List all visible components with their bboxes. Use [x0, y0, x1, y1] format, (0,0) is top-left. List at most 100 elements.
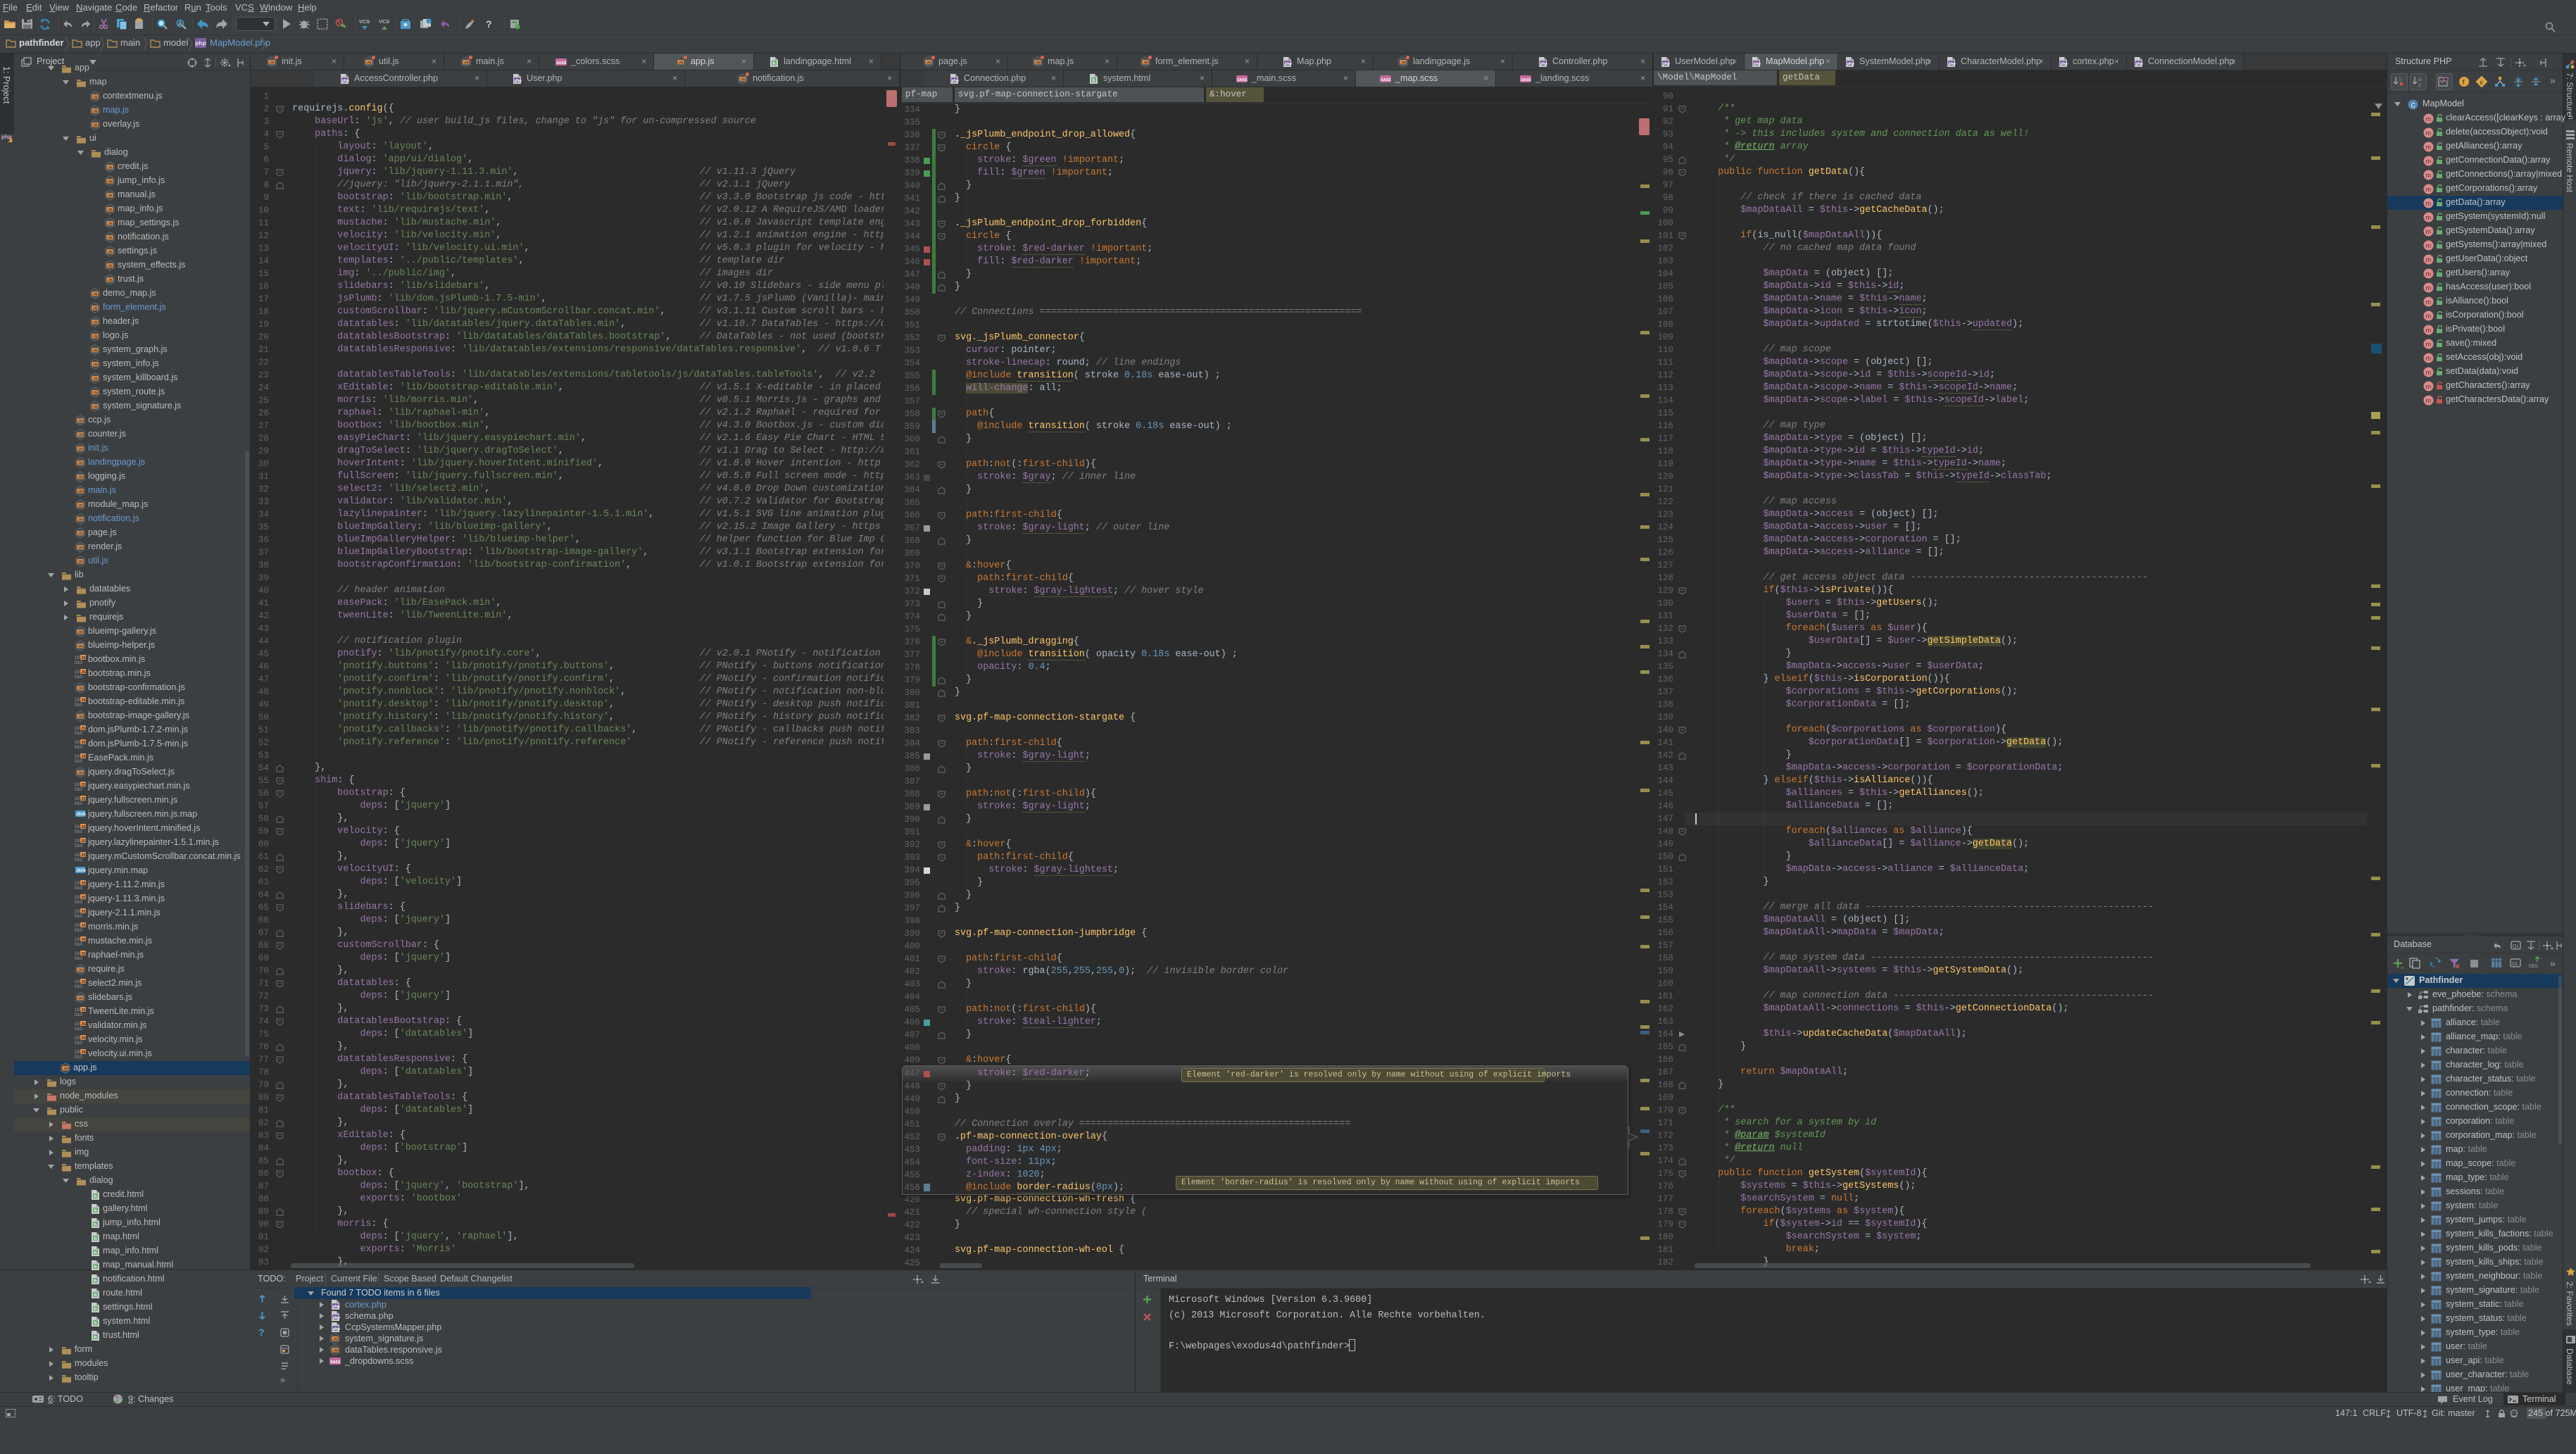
svg-text:h: h [94, 1223, 97, 1227]
svg-text:10: 10 [75, 825, 80, 829]
svg-text:h: h [94, 1195, 97, 1199]
svg-text:php: php [1285, 62, 1293, 66]
svg-text:010: 010 [75, 675, 82, 679]
svg-text:m: m [2426, 341, 2432, 348]
svg-text:JS: JS [78, 447, 83, 451]
svg-text:10: 10 [75, 796, 80, 801]
svg-text:VCS: VCS [359, 18, 370, 25]
svg-text:010: 010 [75, 900, 82, 905]
svg-text:JS: JS [81, 1036, 86, 1041]
svg-text:010: 010 [75, 829, 82, 834]
svg-text:php: php [1949, 62, 1956, 66]
svg-text:php: php [333, 1305, 341, 1309]
svg-text:JS: JS [78, 715, 83, 719]
svg-text:10: 10 [75, 754, 80, 759]
svg-text:JS: JS [93, 405, 98, 409]
svg-text:JS: JS [81, 1008, 86, 1013]
svg-text:m: m [2426, 214, 2432, 221]
svg-text:JS: JS [464, 61, 469, 65]
svg-text:php: php [1540, 62, 1548, 66]
svg-text:JS: JS [81, 853, 86, 858]
svg-text:10: 10 [75, 853, 80, 858]
svg-text:JS: JS [108, 250, 113, 254]
svg-text:A: A [178, 20, 182, 27]
svg-text:JS: JS [78, 461, 83, 465]
svg-text:h: h [94, 1308, 97, 1312]
svg-text:php: php [342, 79, 350, 83]
svg-text:10: 10 [75, 726, 80, 731]
svg-text:JS: JS [78, 489, 83, 494]
svg-text:php: php [2136, 62, 2144, 66]
svg-text:php: php [1754, 62, 1761, 66]
svg-text:10: 10 [75, 881, 80, 886]
svg-text:JS: JS [81, 698, 86, 703]
svg-text:010: 010 [75, 1055, 82, 1060]
svg-text:JS: JS [78, 968, 83, 972]
svg-text:b: b [2399, 77, 2402, 82]
svg-text:m: m [2426, 327, 2432, 334]
svg-text:JS: JS [93, 320, 98, 325]
svg-text:JS: JS [78, 560, 83, 564]
svg-text:10: 10 [75, 909, 80, 914]
svg-text:JS: JS [108, 194, 113, 198]
svg-text:php: php [333, 1316, 341, 1320]
svg-text:php: php [1663, 62, 1671, 66]
svg-text:SASS: SASS [1381, 78, 1391, 82]
svg-text:m: m [2426, 256, 2432, 263]
svg-text:010: 010 [75, 914, 82, 919]
svg-text:QL: QL [2512, 962, 2518, 967]
svg-text:m: m [2426, 228, 2432, 235]
svg-text:10: 10 [75, 740, 80, 745]
svg-text:10: 10 [75, 937, 80, 942]
svg-text:JS: JS [679, 61, 684, 65]
svg-text:m: m [2426, 284, 2432, 292]
svg-text:010: 010 [75, 928, 82, 933]
svg-text:h: h [94, 1209, 97, 1213]
svg-text:php: php [333, 1327, 341, 1331]
svg-text:JS: JS [270, 61, 275, 65]
svg-text:10: 10 [75, 698, 80, 703]
svg-text:JS: JS [93, 334, 98, 339]
svg-text:10: 10 [75, 951, 80, 956]
svg-text:JS: JS [78, 419, 83, 423]
svg-text:JS: JS [108, 165, 113, 170]
svg-text:JS: JS [333, 1348, 338, 1353]
svg-text:JS: JS [108, 236, 113, 240]
svg-text:010: 010 [75, 703, 82, 708]
svg-text:010: 010 [75, 745, 82, 750]
svg-text:JS: JS [93, 349, 98, 353]
svg-text:10: 10 [75, 670, 80, 675]
svg-text:JS: JS [81, 797, 86, 801]
svg-text:JS: JS [93, 363, 98, 367]
svg-text:JS: JS [93, 391, 98, 395]
svg-text:10: 10 [75, 656, 80, 660]
svg-text:h: h [94, 1251, 97, 1255]
svg-text:JS: JS [81, 896, 86, 900]
svg-text:JS: JS [108, 222, 113, 226]
svg-text:m: m [2426, 158, 2432, 165]
svg-text:m: m [2426, 313, 2432, 320]
svg-text:10: 10 [75, 1008, 80, 1013]
svg-text:m: m [2426, 397, 2432, 404]
svg-text:h: h [94, 1265, 97, 1270]
svg-text:JS: JS [81, 1051, 86, 1055]
svg-text:10: 10 [75, 979, 80, 984]
svg-text:10: 10 [75, 1022, 80, 1027]
svg-text:c: c [2480, 80, 2484, 86]
svg-text:010: 010 [75, 801, 82, 806]
svg-text:JS: JS [81, 980, 86, 984]
svg-text:QL: QL [2513, 944, 2519, 949]
svg-text:010: 010 [75, 844, 82, 848]
svg-text:SASS: SASS [556, 61, 567, 65]
svg-text:10: 10 [75, 782, 80, 787]
svg-text:JS: JS [93, 95, 98, 99]
svg-text:10: 10 [75, 895, 80, 900]
svg-text:010: 010 [75, 984, 82, 989]
svg-text:JS: JS [81, 670, 86, 675]
svg-text:h: h [773, 62, 776, 66]
svg-text:m: m [2426, 299, 2432, 306]
svg-text:JS: JS [81, 839, 86, 844]
svg-text:m: m [2426, 242, 2432, 249]
svg-text:JS: JS [93, 123, 98, 127]
svg-text:010: 010 [75, 1041, 82, 1046]
